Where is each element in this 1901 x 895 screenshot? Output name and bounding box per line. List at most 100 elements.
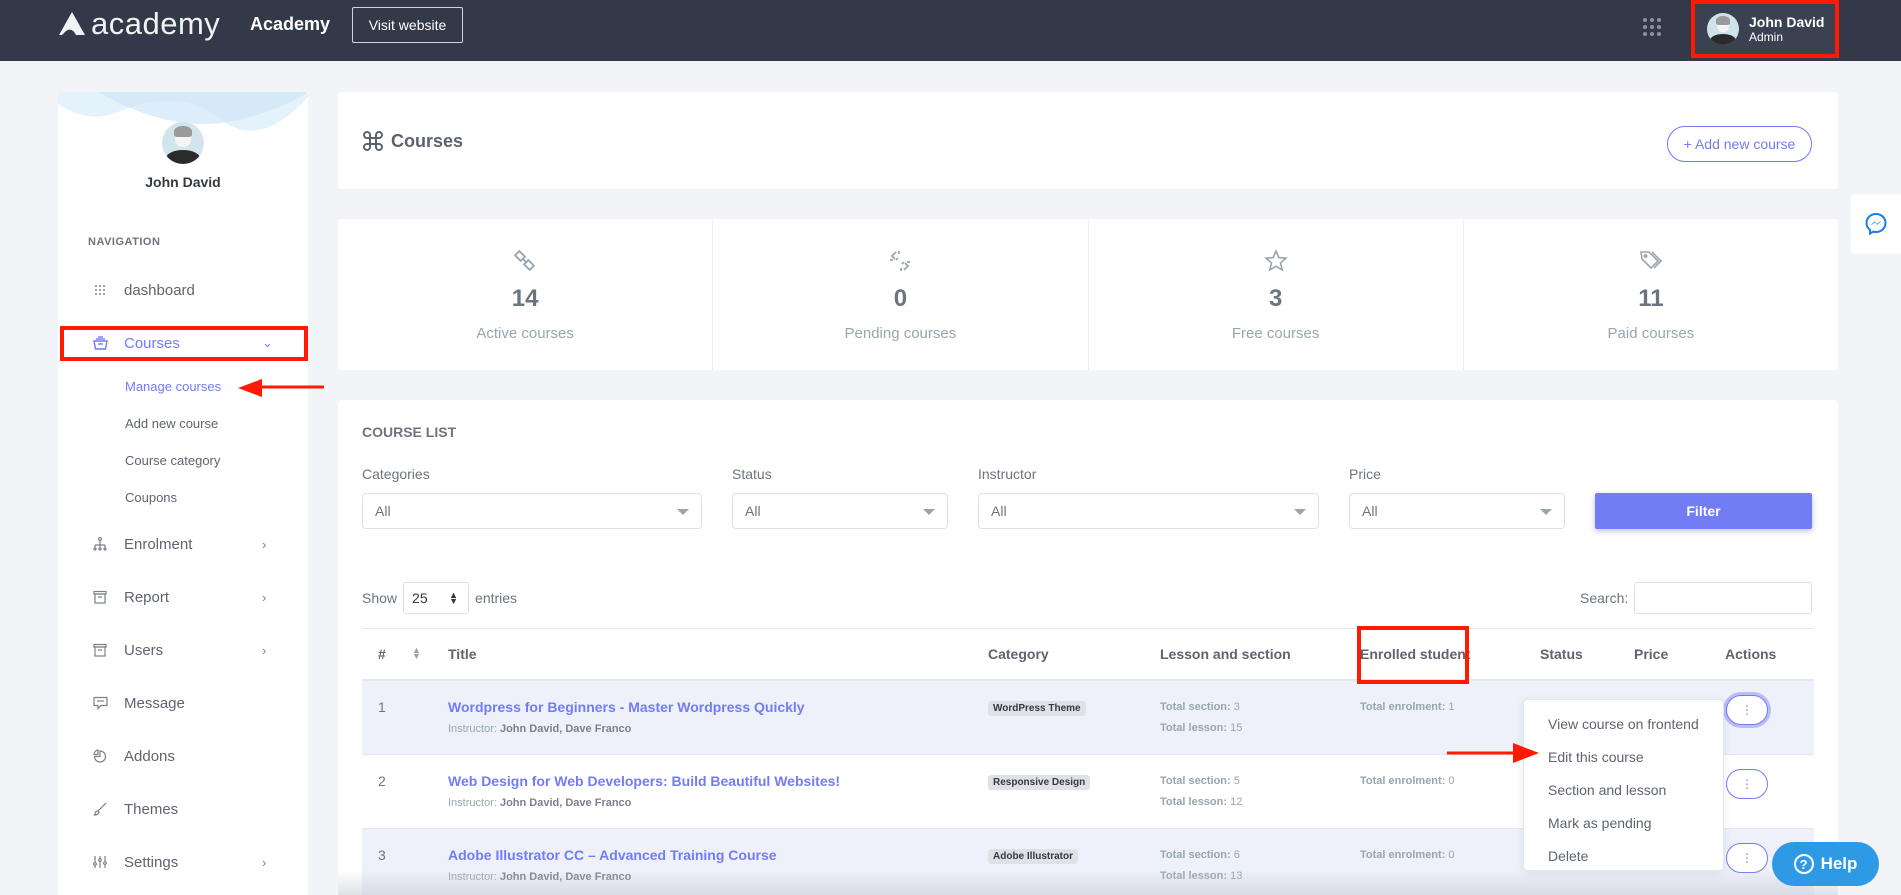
- add-new-course-button[interactable]: + Add new course: [1667, 126, 1812, 162]
- enrol-value: 1: [1445, 701, 1455, 713]
- column-header-lesson-section[interactable]: Lesson and section: [1160, 646, 1291, 662]
- price-select[interactable]: All: [1349, 493, 1565, 529]
- course-list-heading: COURSE LIST: [362, 424, 457, 440]
- sidebar-item-report[interactable]: Report ›: [58, 579, 308, 615]
- submenu-coupons[interactable]: Coupons: [125, 490, 177, 505]
- column-header-price[interactable]: Price: [1634, 646, 1668, 662]
- question-circle-icon: ?: [1793, 854, 1814, 874]
- course-title-link[interactable]: Adobe Illustrator CC – Advanced Training…: [448, 847, 777, 863]
- stat-active-courses: 14 Active courses: [338, 219, 714, 370]
- column-header-number[interactable]: #: [378, 646, 386, 662]
- apps-grid-icon[interactable]: [1643, 18, 1661, 36]
- categories-select[interactable]: All: [362, 493, 702, 529]
- select-value: All: [375, 503, 391, 519]
- visit-website-button[interactable]: Visit website: [352, 7, 463, 43]
- column-header-category[interactable]: Category: [988, 646, 1049, 662]
- submenu-manage-courses[interactable]: Manage courses: [125, 379, 221, 394]
- users-icon: [92, 642, 108, 658]
- instructor-select[interactable]: All: [978, 493, 1319, 529]
- dashboard-grid-icon: [92, 282, 108, 298]
- category-badge: WordPress Theme: [988, 701, 1086, 716]
- sidebar-item-label: Courses: [124, 334, 180, 352]
- enrol-label: Total enrolment:: [1360, 701, 1446, 713]
- user-profile-menu[interactable]: John David Admin: [1691, 0, 1839, 58]
- filter-label-instructor: Instructor: [978, 466, 1037, 482]
- caret-down-icon: [1540, 509, 1552, 515]
- lesson-label: Total lesson:: [1160, 870, 1228, 882]
- chevron-right-icon: ›: [262, 642, 267, 658]
- lesson-count: Total lesson: 12: [1160, 796, 1242, 808]
- sidebar-item-enrolment[interactable]: Enrolment ›: [58, 526, 308, 562]
- stat-label: Paid courses: [1607, 325, 1695, 342]
- row-actions-button[interactable]: ⋮: [1726, 843, 1768, 873]
- instructor-names: John David, Dave Franco: [499, 797, 632, 809]
- sidebar-item-message[interactable]: Message: [58, 685, 308, 721]
- search-input[interactable]: [1634, 582, 1813, 614]
- menu-item-edit-course[interactable]: Edit this course: [1524, 741, 1723, 774]
- menu-item-delete[interactable]: Delete: [1524, 840, 1723, 873]
- instructor-label: Instructor:: [448, 723, 500, 735]
- filter-label-price: Price: [1349, 466, 1381, 482]
- chevron-right-icon: ›: [262, 589, 267, 605]
- sidebar-item-label: Users: [124, 641, 164, 659]
- stat-paid-courses: 11 Paid courses: [1464, 219, 1838, 370]
- enrol-label: Total enrolment:: [1360, 775, 1446, 787]
- sidebar-item-label: Themes: [124, 800, 179, 818]
- column-header-title[interactable]: Title: [448, 646, 477, 662]
- sidebar-item-addons[interactable]: Addons: [58, 738, 308, 774]
- logo-text: academy: [91, 6, 221, 41]
- status-select[interactable]: All: [732, 493, 948, 529]
- row-number: 3: [378, 847, 386, 863]
- courses-icon: [92, 335, 108, 351]
- course-title-link[interactable]: Wordpress for Beginners - Master Wordpre…: [448, 699, 805, 715]
- lesson-value: 12: [1227, 796, 1243, 808]
- sidebar-item-courses[interactable]: Courses ⌄: [58, 325, 308, 361]
- academy-logo[interactable]: academy: [57, 6, 220, 42]
- messenger-button[interactable]: [1851, 194, 1901, 254]
- section-value: 6: [1230, 849, 1240, 861]
- chevron-down-icon: ⌄: [262, 335, 273, 350]
- annotation-arrow-icon: [238, 379, 324, 397]
- instructor-names: John David, Dave Franco: [499, 723, 632, 735]
- section-label: Total section:: [1160, 775, 1231, 787]
- menu-item-section-lesson[interactable]: Section and lesson: [1524, 774, 1723, 807]
- sidebar-item-themes[interactable]: Themes: [58, 791, 308, 827]
- submenu-add-new-course[interactable]: Add new course: [125, 416, 218, 431]
- logo-mark-icon: [59, 12, 85, 35]
- search-label: Search:: [1580, 590, 1629, 606]
- row-actions-button[interactable]: ⋮: [1726, 769, 1768, 799]
- submenu-course-category[interactable]: Course category: [125, 453, 220, 468]
- instructor-info: Instructor: John David, Dave Franco: [448, 871, 631, 883]
- filter-button[interactable]: Filter: [1595, 493, 1812, 529]
- row-actions-button[interactable]: ⋮: [1726, 695, 1768, 725]
- caret-down-icon: [677, 509, 689, 515]
- course-title-link[interactable]: Web Design for Web Developers: Build Bea…: [448, 773, 840, 789]
- sidebar-item-dashboard[interactable]: dashboard: [58, 272, 308, 308]
- table-search: Search:: [1580, 582, 1813, 614]
- sidebar-item-label: Report: [124, 588, 170, 606]
- sort-icon[interactable]: ▲ ▼: [412, 646, 421, 661]
- table-header: # ▲ ▼ Title Category Lesson and section E…: [362, 628, 1814, 681]
- row-number: 2: [378, 773, 386, 789]
- page-title: Courses: [362, 130, 463, 152]
- menu-item-mark-pending[interactable]: Mark as pending: [1524, 807, 1723, 840]
- lesson-value: 15: [1227, 722, 1243, 734]
- column-header-status[interactable]: Status: [1540, 646, 1583, 662]
- sidebar-item-label: Addons: [124, 747, 175, 765]
- entries-per-page-select[interactable]: 25 ▲ ▼: [403, 582, 470, 614]
- sidebar-username: John David: [145, 174, 221, 190]
- star-icon: [1263, 249, 1288, 272]
- section-label: Total section:: [1160, 849, 1231, 861]
- help-button[interactable]: ? Help: [1772, 842, 1879, 886]
- entries-value: 25: [412, 590, 428, 606]
- column-header-enrolled[interactable]: Enrolled student: [1360, 646, 1470, 662]
- menu-item-view-frontend[interactable]: View course on frontend: [1524, 708, 1723, 741]
- caret-down-icon: [923, 509, 935, 515]
- instructor-label: Instructor:: [448, 871, 500, 883]
- row-number: 1: [378, 699, 386, 715]
- sidebar-item-settings[interactable]: Settings ›: [58, 844, 308, 880]
- sidebar-item-users[interactable]: Users ›: [58, 632, 308, 668]
- stat-value: 14: [511, 285, 539, 312]
- category-badge: Adobe Illustrator: [988, 849, 1079, 864]
- chevron-right-icon: ›: [262, 854, 267, 870]
